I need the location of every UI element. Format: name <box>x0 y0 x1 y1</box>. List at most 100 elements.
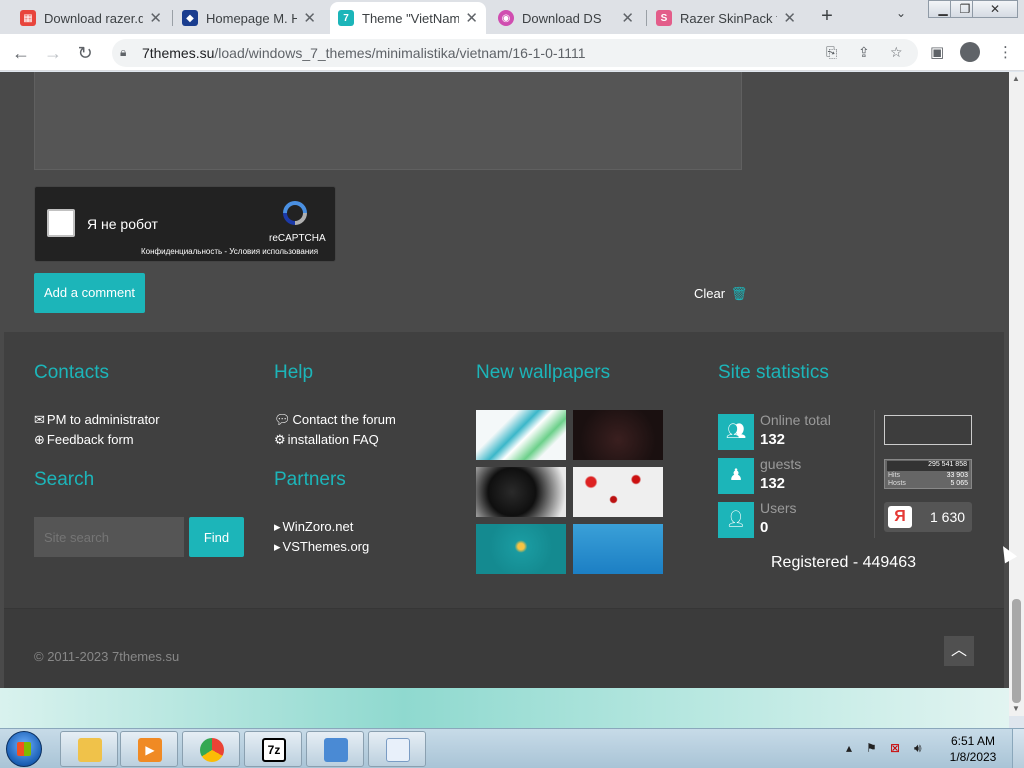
pm-admin-link[interactable]: ✉ PM to administrator <box>34 412 160 428</box>
installation-faq-label: installation FAQ <box>287 432 379 447</box>
start-button[interactable] <box>6 731 42 767</box>
yandex-count: 1 630 <box>930 509 966 525</box>
forward-arrow-icon[interactable]: → <box>40 40 66 66</box>
recaptcha-logo-icon <box>283 201 307 225</box>
clear-link[interactable]: Clear 🗑︎ <box>694 286 747 302</box>
taskbar-7zip[interactable]: 7z <box>244 731 302 767</box>
share-icon[interactable]: ⇪ <box>858 44 870 61</box>
contact-forum-label: Contact the forum <box>292 412 396 427</box>
close-icon[interactable]: ✕ <box>465 9 478 27</box>
help-title: Help <box>274 362 314 383</box>
users-group-icon: 👥︎ <box>718 414 754 450</box>
recaptcha-terms-link[interactable]: Конфиденциальность - Условия использован… <box>141 247 318 256</box>
partner-label: WinZoro.net <box>282 519 354 534</box>
wallpaper-thumbnail[interactable] <box>476 467 566 517</box>
ucoz-counter-badge[interactable]: 295 541 858 Hits 33 903 Hosts 5 065 <box>884 459 972 489</box>
close-icon[interactable]: ✕ <box>303 9 316 27</box>
taskbar-media-player[interactable]: ▶ <box>120 731 178 767</box>
guests-value: 132 <box>760 475 786 492</box>
tab-razer-skinpack[interactable]: S Razer SkinPack fo ✕ <box>648 2 804 34</box>
wallpaper-thumbnail[interactable] <box>573 524 663 574</box>
registered-count: Registered - 449463 <box>771 554 916 571</box>
bookmark-star-icon[interactable]: ☆ <box>890 44 903 61</box>
scroll-up-arrow-icon[interactable]: ▲ <box>1012 74 1020 83</box>
tab-separator <box>172 10 173 26</box>
side-panel-icon[interactable]: ▣ <box>930 43 944 61</box>
contact-forum-link[interactable]: 💬︎ Contact the forum <box>274 412 396 428</box>
folder-icon <box>78 738 102 762</box>
tab-theme-vietnam[interactable]: 7 Theme "VietNam ✕ <box>330 2 486 34</box>
clock-date: 1/8/2023 <box>949 750 997 764</box>
yandex-metrica-badge[interactable]: Я 1 630 <box>884 502 972 532</box>
taskbar-explorer[interactable] <box>60 731 118 767</box>
tab-download-razer[interactable]: ▦ Download razer.d ✕ <box>12 2 170 34</box>
taskbar-chrome[interactable] <box>182 731 240 767</box>
comment-icon: 💬︎ <box>274 412 291 427</box>
address-bar[interactable]: 🔒︎ 7themes.su/load/windows_7_themes/mini… <box>112 39 918 67</box>
partner-link-vsthemes[interactable]: ▸ VSThemes.org <box>274 539 369 555</box>
show-desktop-button[interactable] <box>1012 729 1024 768</box>
clock-time: 6:51 AM <box>950 734 996 748</box>
translate-icon[interactable]: ⎘ <box>826 44 837 61</box>
scrollbar-thumb[interactable] <box>1012 599 1021 703</box>
url-host: 7themes.su <box>142 45 215 61</box>
profile-avatar-icon[interactable] <box>960 42 980 62</box>
comment-textarea[interactable] <box>34 72 742 170</box>
system-clock[interactable]: 6:51 AM 1/8/2023 <box>938 733 1008 765</box>
desktop-wallpaper <box>0 688 1009 728</box>
search-title: Search <box>34 469 95 490</box>
recaptcha-checkbox[interactable] <box>47 209 75 237</box>
reload-icon[interactable]: ↻ <box>72 40 98 66</box>
tab-label: Razer SkinPack fo <box>680 10 778 26</box>
tab-search-chevron-icon[interactable]: ⌄ <box>896 6 906 20</box>
tab-label: Download DS <box>522 10 602 26</box>
close-icon[interactable]: ✕ <box>149 9 162 27</box>
close-icon[interactable]: ✕ <box>783 9 796 27</box>
site-footer: Contacts ✉ PM to administrator ⊕ Feedback … <box>4 332 1004 608</box>
close-icon[interactable]: ✕ <box>621 9 634 27</box>
action-center-icon[interactable]: ⚑ <box>866 741 877 755</box>
globe-icon: ⊕ <box>34 432 45 447</box>
ucoz-total-value: 295 541 858 <box>928 461 967 468</box>
taskbar-control-panel[interactable] <box>306 731 364 767</box>
volume-icon[interactable]: 🔊︎ <box>914 741 922 756</box>
recaptcha-label: Я не робот <box>87 216 158 232</box>
envelope-icon: ✉ <box>34 412 45 427</box>
wallpaper-thumbnail[interactable] <box>476 524 566 574</box>
wallpaper-thumbnail[interactable] <box>573 467 663 517</box>
lock-icon[interactable]: 🔒︎ <box>120 45 126 60</box>
scroll-to-top-button[interactable]: ︿ <box>944 636 974 666</box>
tab-homepage[interactable]: ◆ Homepage M. Ho ✕ <box>174 2 324 34</box>
window-close-button[interactable]: ✕ <box>972 0 1018 18</box>
site-search-input[interactable] <box>34 517 184 557</box>
page-scrollbar[interactable]: ▲ ▼ <box>1009 72 1024 716</box>
tab-separator <box>646 10 647 26</box>
menu-kebab-icon[interactable]: ⋮ <box>998 43 1013 61</box>
add-comment-button[interactable]: Add a comment <box>34 273 146 313</box>
tab-favicon-icon: ▦ <box>20 10 36 26</box>
tab-favicon-icon: 7 <box>338 10 354 26</box>
wallpaper-thumbnail[interactable] <box>573 410 663 460</box>
installation-faq-link[interactable]: ⚙ installation FAQ <box>274 432 379 448</box>
partner-link-winzoro[interactable]: ▸ WinZoro.net <box>274 519 353 535</box>
tab-favicon-icon: ◉ <box>498 10 514 26</box>
taskbar-notepad[interactable] <box>368 731 426 767</box>
show-hidden-icons-arrow-icon[interactable]: ▴ <box>846 741 852 755</box>
yandex-logo-icon: Я <box>888 506 912 528</box>
windows-taskbar: ▶ 7z ▴ ⚑ ⊠ 🔊︎ 6:51 AM 1/8/2023 <box>0 728 1024 768</box>
browser-tab-bar: ▦ Download razer.d ✕ ◆ Homepage M. Ho ✕ … <box>0 0 1024 34</box>
feedback-form-link[interactable]: ⊕ Feedback form <box>34 432 134 448</box>
clear-label: Clear <box>694 286 726 301</box>
counter-badge-broken-image[interactable] <box>884 415 972 445</box>
new-tab-button[interactable]: + <box>816 5 838 27</box>
guests-label: guests <box>760 456 802 472</box>
tab-label: Homepage M. Ho <box>206 10 298 26</box>
tab-favicon-icon: ◆ <box>182 10 198 26</box>
wallpaper-thumbnail[interactable] <box>476 410 566 460</box>
tab-download-ds[interactable]: ◉ Download DS ✕ <box>490 2 642 34</box>
find-button[interactable]: Find <box>189 517 244 557</box>
network-icon[interactable]: ⊠ <box>890 741 900 755</box>
back-arrow-icon[interactable]: ← <box>8 40 34 66</box>
document-icon <box>386 738 410 762</box>
scroll-down-arrow-icon[interactable]: ▼ <box>1012 704 1020 713</box>
